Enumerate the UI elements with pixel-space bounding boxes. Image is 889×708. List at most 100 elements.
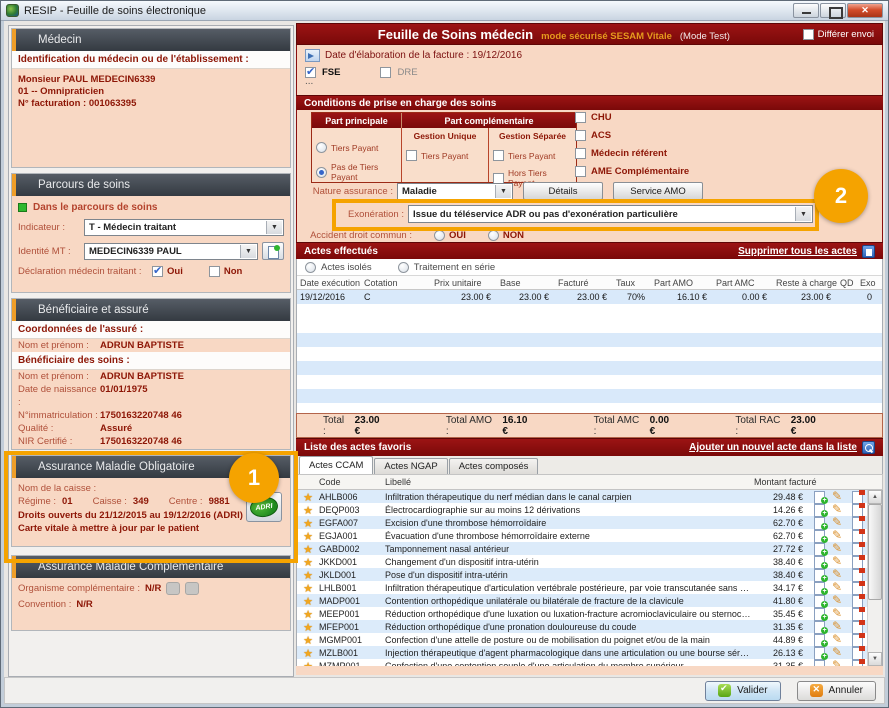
calendar-send-icon[interactable] [305,49,320,62]
favorite-act-row[interactable]: MEEP001Réduction orthopédique d'une luxa… [297,607,882,620]
delete-act-icon[interactable] [849,556,866,568]
acte-row[interactable]: 19/12/2016 C 23.00 € 23.00 € 23.00 € 70%… [297,290,882,304]
favorite-act-row[interactable]: MGMP001Confection d'une attelle de postu… [297,633,882,646]
code-col-header[interactable]: Code [319,477,385,487]
favorite-act-row[interactable]: LHLB001Infiltration thérapeutique d'arti… [297,581,882,594]
tab-actes-ccam[interactable]: Actes CCAM [299,456,373,474]
add-act-icon[interactable] [811,608,828,620]
delete-act-icon[interactable] [849,608,866,620]
favorite-act-row[interactable]: MZMP001Confection d'une contention soupl… [297,659,882,666]
favorite-act-row[interactable]: MFEP001Réduction orthopédique d'une pron… [297,620,882,633]
col-header[interactable]: Date exécution [297,278,361,288]
delete-act-icon[interactable] [849,569,866,581]
acs-checkbox[interactable] [575,130,586,141]
add-act-icon[interactable] [811,660,828,667]
add-act-icon[interactable] [811,621,828,633]
pas-tiers-payant-radio[interactable] [316,167,327,178]
organisme-search-button[interactable] [166,582,180,595]
favorite-act-row[interactable]: EGFA007Excision d'une thrombose hémorroï… [297,516,882,529]
delete-act-icon[interactable] [849,530,866,542]
tiers-payant-radio[interactable] [316,142,327,153]
col-header[interactable]: Taux [613,278,651,288]
organisme-info-button[interactable] [185,582,199,595]
delete-act-icon[interactable] [849,582,866,594]
add-act-icon[interactable] [811,491,828,503]
libelle-col-header[interactable]: Libellé [385,477,754,487]
edit-act-icon[interactable] [830,660,847,667]
search-icon[interactable] [862,441,875,454]
gs-tiers-payant-checkbox[interactable] [493,150,504,161]
favorite-act-row[interactable]: EGJA001Évacuation d'une thrombose hémorr… [297,529,882,542]
details-button[interactable]: Détails [523,182,603,200]
gu-tiers-payant-checkbox[interactable] [406,150,417,161]
add-act-icon[interactable] [811,634,828,646]
favorite-act-row[interactable]: MADP001Contention orthopédique unilatéra… [297,594,882,607]
maximize-button[interactable] [820,3,846,18]
montant-col-header[interactable]: Montant facturé [754,477,882,487]
add-act-icon[interactable] [811,556,828,568]
identite-select[interactable]: MEDECIN6339 PAUL [84,243,258,260]
accident-oui-radio[interactable] [434,230,445,241]
add-act-icon[interactable] [811,504,828,516]
favorite-star-icon[interactable] [297,657,319,667]
supprimer-actes-link[interactable]: Supprimer tous les actes [738,246,857,257]
favorite-act-row[interactable]: GABD002Tamponnement nasal antérieur27.72… [297,542,882,555]
tab-actes-ngap[interactable]: Actes NGAP [374,458,447,474]
col-header[interactable]: Facturé [555,278,613,288]
nature-assurance-select[interactable]: Maladie [397,183,513,200]
delete-act-icon[interactable] [849,647,866,659]
indicateur-select[interactable]: T - Médecin traitant [84,219,284,236]
chu-checkbox[interactable] [575,112,586,123]
delete-act-icon[interactable] [849,595,866,607]
delete-act-icon[interactable] [849,504,866,516]
delete-act-icon[interactable] [849,634,866,646]
service-amo-button[interactable]: Service AMO [613,182,703,200]
valider-button[interactable]: Valider [705,681,780,701]
declaration-oui-checkbox[interactable] [152,266,163,277]
add-act-icon[interactable] [811,582,828,594]
minimize-button[interactable] [793,3,819,18]
add-act-icon[interactable] [811,530,828,542]
favorite-act-row[interactable]: AHLB006Infiltration thérapeutique du ner… [297,490,882,503]
add-act-icon[interactable] [811,517,828,529]
col-header[interactable]: Part AMC [713,278,773,288]
edit-card-icon[interactable] [262,242,284,260]
differer-checkbox[interactable] [803,29,814,40]
add-act-icon[interactable] [811,647,828,659]
scroll-up-icon[interactable] [868,490,882,504]
col-header[interactable]: Prix unitaire [431,278,497,288]
favorite-act-row[interactable]: DEQP003Électrocardiographie sur au moins… [297,503,882,516]
favorite-act-row[interactable]: JKLD001Pose d'un dispositif intra-utérin… [297,568,882,581]
exoneration-select[interactable]: Issue du téléservice ADR ou pas d'exonér… [408,205,813,223]
scroll-thumb[interactable] [868,504,882,600]
trash-icon[interactable] [862,245,875,258]
delete-act-icon[interactable] [849,517,866,529]
delete-act-icon[interactable] [849,660,866,667]
col-header[interactable]: QD [837,278,857,288]
add-act-icon[interactable] [811,569,828,581]
declaration-non-checkbox[interactable] [209,266,220,277]
fse-checkbox[interactable] [305,67,316,78]
accident-non-radio[interactable] [488,230,499,241]
col-header[interactable]: Reste à charge [773,278,837,288]
favorite-act-row[interactable]: MZLB001Injection thérapeutique d'agent p… [297,646,882,659]
tab-actes-composes[interactable]: Actes composés [449,458,539,474]
dre-checkbox[interactable] [380,67,391,78]
col-header[interactable]: Cotation [361,278,431,288]
col-header[interactable]: Exo [857,278,882,288]
scroll-down-icon[interactable] [868,652,882,666]
col-header[interactable]: Base [497,278,555,288]
actes-isoles-radio[interactable] [305,262,316,273]
close-button[interactable] [847,3,883,18]
delete-act-icon[interactable] [849,491,866,503]
annuler-button[interactable]: Annuler [797,681,876,701]
ajouter-acte-link[interactable]: Ajouter un nouvel acte dans la liste [689,442,857,453]
favorite-act-row[interactable]: JKKD001Changement d'un dispositif intra-… [297,555,882,568]
add-act-icon[interactable] [811,595,828,607]
delete-act-icon[interactable] [849,621,866,633]
traitement-serie-radio[interactable] [398,262,409,273]
add-act-icon[interactable] [811,543,828,555]
col-header[interactable]: Part AMO [651,278,713,288]
delete-act-icon[interactable] [849,543,866,555]
ame-checkbox[interactable] [575,166,586,177]
